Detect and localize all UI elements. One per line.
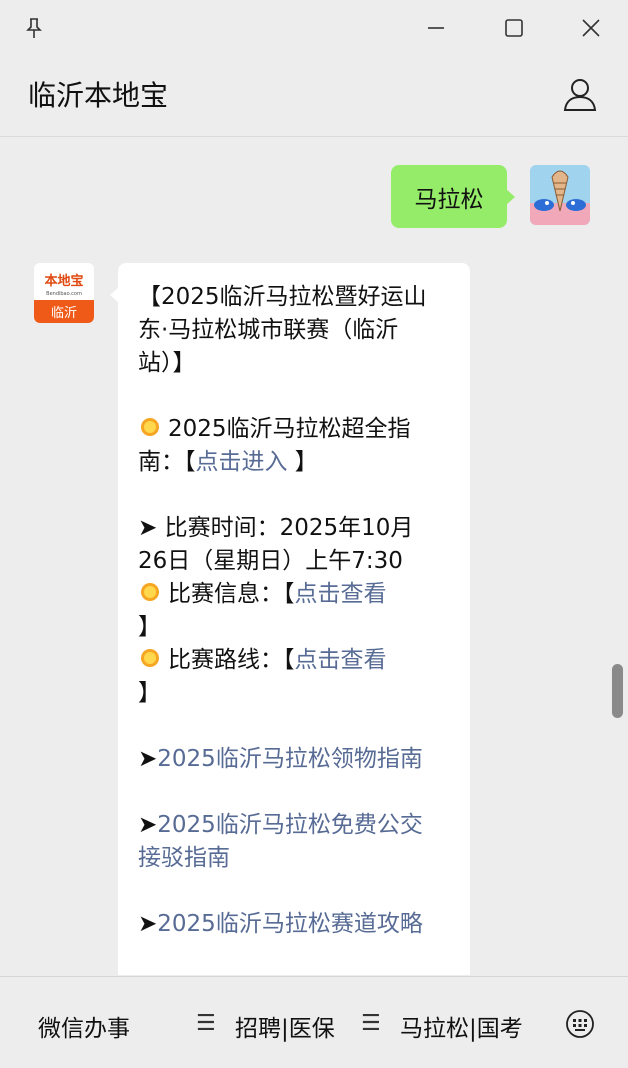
guide-line-2: 南：【点击进入 】 xyxy=(138,446,456,479)
keyboard-icon[interactable] xyxy=(565,1009,595,1039)
menu-marathon-exam[interactable]: 马拉松|国考 xyxy=(400,1009,523,1043)
race-info-suffix: 】 xyxy=(138,614,161,640)
chat-scrollbar[interactable] xyxy=(612,664,623,718)
close-icon[interactable] xyxy=(571,8,611,48)
race-time-line-1: ➤ 比赛时间：2025年10月 xyxy=(138,515,414,541)
bot-avatar-top-text: 本地宝 xyxy=(44,273,83,289)
wechat-window: 临沂本地宝 马拉松 本地宝 Bendibao.com 临沂 【2025临沂马拉松… xyxy=(0,0,628,1068)
kit-guide-line: ➤2025临沂马拉松领物指南 xyxy=(138,743,456,776)
bot-avatar[interactable]: 本地宝 Bendibao.com 临沂 xyxy=(34,263,94,323)
guide-text-1: 2025临沂马拉松超全指 xyxy=(168,416,411,442)
race-route-prefix: 比赛路线：【 xyxy=(168,647,295,673)
message-title-line-2: 东·马拉松城市联赛（临沂 xyxy=(138,317,399,343)
user-message-bubble[interactable]: 马拉松 xyxy=(391,165,515,228)
guide-line-1: 2025临沂马拉松超全指 xyxy=(138,413,456,446)
person-icon[interactable] xyxy=(560,74,600,114)
maximize-icon[interactable] xyxy=(494,8,534,48)
race-info-line: 比赛信息：【点击查看 xyxy=(138,578,456,611)
arrow-icon: ➤ xyxy=(138,746,158,772)
arrow-icon: ➤ xyxy=(138,812,158,838)
chat-area[interactable]: 马拉松 本地宝 Bendibao.com 临沂 【2025临沂马拉松暨好运山 东… xyxy=(0,137,628,975)
chat-header: 临沂本地宝 xyxy=(0,56,628,137)
message-title-line-1: 【2025临沂马拉松暨好运山 xyxy=(138,284,427,310)
bot-message-text: 【2025临沂马拉松暨好运山 东·马拉松城市联赛（临沂 站）】 2025临沂马拉… xyxy=(138,281,456,941)
bus-guide-line: ➤2025临沂马拉松免费公交 xyxy=(138,809,456,842)
sun-icon xyxy=(141,583,159,601)
arrow-icon: ➤ xyxy=(138,911,158,937)
bottom-menu-bar: 微信办事 ☰ 招聘|医保 ☰ 马拉松|国考 xyxy=(0,976,628,1068)
guide-link-enter[interactable]: 点击进入 xyxy=(196,449,288,475)
kit-guide-link[interactable]: 2025临沂马拉松领物指南 xyxy=(157,746,423,772)
menu-list-icon: ☰ xyxy=(361,1011,381,1036)
user-message-text: 马拉松 xyxy=(414,186,484,213)
user-avatar[interactable] xyxy=(530,165,590,225)
track-guide-line: ➤2025临沂马拉松赛道攻略 xyxy=(138,908,456,941)
race-time-line-2: 26日（星期日）上午7:30 xyxy=(138,548,403,574)
race-route-suffix: 】 xyxy=(138,680,161,706)
race-route-line: 比赛路线：【点击查看 xyxy=(138,644,456,677)
bot-avatar-bottom-text: 临沂 xyxy=(51,306,77,321)
title-bar xyxy=(0,0,628,56)
pin-icon[interactable] xyxy=(14,8,54,48)
race-info-link[interactable]: 点击查看 xyxy=(295,581,387,607)
menu-list-icon: ☰ xyxy=(196,1011,216,1036)
menu-wechat-services[interactable]: 微信办事 xyxy=(38,1009,130,1043)
message-title-line-3: 站）】 xyxy=(138,350,196,376)
race-route-link[interactable]: 点击查看 xyxy=(295,647,387,673)
guide-text-2-prefix: 南：【 xyxy=(138,449,196,475)
menu-jobs-insurance[interactable]: 招聘|医保 xyxy=(235,1009,335,1043)
minimize-icon[interactable] xyxy=(416,8,456,48)
bus-guide-link-cont[interactable]: 接驳指南 xyxy=(138,842,456,875)
bus-guide-link[interactable]: 2025临沂马拉松免费公交 xyxy=(157,812,423,838)
bot-avatar-small-text: Bendibao.com xyxy=(46,291,82,297)
sun-icon xyxy=(141,649,159,667)
sun-icon xyxy=(141,418,159,436)
bot-message-bubble[interactable]: 【2025临沂马拉松暨好运山 东·马拉松城市联赛（临沂 站）】 2025临沂马拉… xyxy=(110,263,470,975)
race-info-prefix: 比赛信息：【 xyxy=(168,581,295,607)
track-guide-link[interactable]: 2025临沂马拉松赛道攻略 xyxy=(157,911,423,937)
guide-text-2-suffix: 】 xyxy=(287,449,318,475)
chat-title: 临沂本地宝 xyxy=(28,79,169,112)
